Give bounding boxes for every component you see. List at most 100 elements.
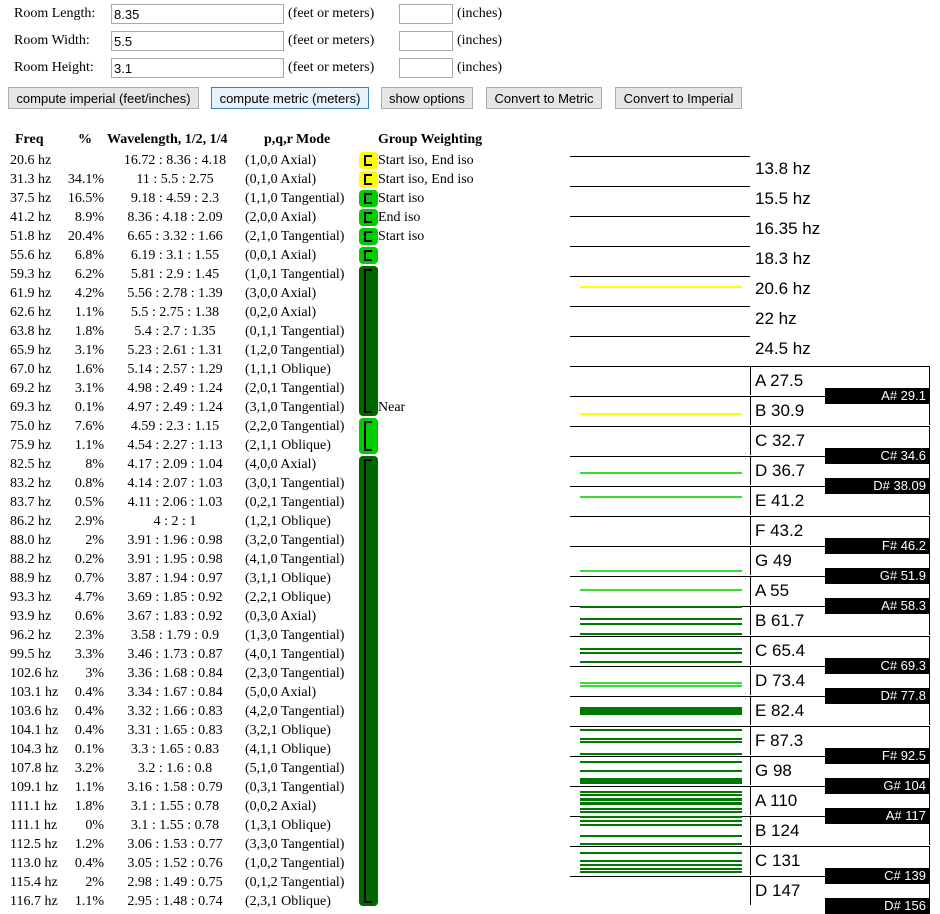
show-options-button[interactable]: show options: [381, 87, 473, 109]
mode-pqr: (4,2,0 Tangential): [245, 704, 345, 719]
mode-freq: 75.9 hz: [10, 438, 52, 453]
mode-freq: 69.3 hz: [10, 400, 52, 415]
frequency-label: 18.3 hz: [755, 249, 811, 268]
room-width-input[interactable]: [111, 31, 284, 51]
mode-line: [580, 633, 742, 635]
mode-percent: 8%: [85, 457, 104, 472]
frequency-divider: [570, 276, 750, 277]
mode-percent: 2%: [85, 875, 104, 890]
key-divider: [570, 786, 750, 787]
mode-freq: 96.2 hz: [10, 628, 52, 643]
mode-freq: 82.5 hz: [10, 457, 52, 472]
mode-pqr: (3,0,0 Axial): [245, 286, 317, 301]
convert-to-metric-button[interactable]: Convert to Metric: [486, 87, 602, 109]
mode-line: [580, 685, 742, 687]
mode-percent: 0.4%: [74, 704, 104, 719]
group-bar: [359, 209, 378, 226]
group-bracket: [364, 193, 372, 204]
key-divider: [570, 366, 750, 367]
mode-freq: 93.9 hz: [10, 609, 52, 624]
mode-percent: 8.9%: [74, 210, 104, 225]
mode-wavelength: 4.17 : 2.09 : 1.04: [127, 457, 223, 472]
room-length-input[interactable]: [111, 4, 284, 24]
mode-percent: [58, 151, 104, 170]
mode-freq: 65.9 hz: [10, 343, 52, 358]
key-divider: [570, 756, 750, 757]
mode-line: [580, 835, 742, 837]
mode-freq: 111.1 hz: [10, 799, 58, 814]
mode-percent: 4.2%: [74, 286, 104, 301]
black-key: D# 38.09: [825, 478, 930, 494]
group-bracket: [364, 231, 372, 242]
room-length-unit: (feet or meters): [288, 6, 375, 21]
mode-line: [580, 811, 742, 813]
mode-wavelength: 3.91 : 1.96 : 0.98: [127, 533, 223, 548]
mode-pqr: (0,1,0 Axial): [245, 172, 317, 187]
frequency-label: 20.6 hz: [755, 279, 811, 298]
mode-wavelength: 4.11 : 2.06 : 1.03: [127, 495, 223, 510]
mode-freq: 83.2 hz: [10, 476, 52, 491]
group-weighting-header: Group Weighting: [378, 132, 483, 147]
mode-percent: 1.8%: [74, 799, 104, 814]
room-length-inches-input[interactable]: [399, 4, 453, 24]
white-key-label: A 55: [755, 581, 790, 600]
mode-freq: 107.8 hz: [10, 761, 59, 776]
mode-freq: 62.6 hz: [10, 305, 52, 320]
mode-percent: 0.4%: [74, 723, 104, 738]
mode-wavelength: 3.3 : 1.65 : 0.83: [130, 742, 220, 757]
mode-freq: 63.8 hz: [10, 324, 52, 339]
mode-line: [580, 570, 742, 572]
mode-wavelength: 4.14 : 2.07 : 1.03: [127, 476, 223, 491]
key-divider: [570, 636, 750, 637]
mode-pqr: (2,0,0 Axial): [245, 210, 317, 225]
mode-header: p,q,r Mode: [264, 132, 331, 147]
mode-percent: 0.2%: [74, 552, 104, 567]
mode-pqr: (3,1,1 Oblique): [245, 571, 331, 586]
room-height-input[interactable]: [111, 58, 284, 78]
mode-wavelength: 5.4 : 2.7 : 1.35: [134, 324, 216, 339]
mode-wavelength: 3.1 : 1.55 : 0.78: [130, 818, 220, 833]
room-length-label: Room Length:: [14, 6, 96, 21]
frequency-label: 22 hz: [755, 309, 797, 328]
mode-pqr: (3,1,0 Tangential): [245, 400, 345, 415]
mode-pqr: (0,1,2 Tangential): [245, 875, 345, 890]
key-divider: [570, 486, 750, 487]
group-bracket: [364, 459, 372, 903]
room-width-inches-unit: (inches): [457, 33, 503, 48]
mode-wavelength: 4.97 : 2.49 : 1.24: [127, 400, 223, 415]
mode-line: [580, 791, 742, 793]
compute-imperial-button[interactable]: compute imperial (feet/inches): [8, 87, 199, 109]
mode-percent: 1.1%: [74, 438, 104, 453]
mode-freq: 88.0 hz: [10, 533, 52, 548]
black-key: G# 51.9: [825, 568, 930, 584]
room-width-inches-input[interactable]: [399, 31, 453, 51]
group-bar: [359, 228, 378, 245]
mode-freq: 59.3 hz: [10, 267, 52, 282]
mode-freq: 115.4 hz: [10, 875, 58, 890]
mode-percent: 2.9%: [74, 514, 104, 529]
mode-percent: 0.1%: [74, 742, 104, 757]
mode-freq: 111.1 hz: [10, 818, 58, 833]
white-key-label: D 73.4: [755, 671, 806, 690]
mode-pqr: (3,2,1 Oblique): [245, 723, 331, 738]
mode-note: Start iso: [378, 191, 425, 206]
mode-pqr: (0,0,2 Axial): [245, 799, 317, 814]
mode-percent: 0.7%: [74, 571, 104, 586]
mode-percent: 0.8%: [74, 476, 104, 491]
black-key: C# 139: [825, 868, 930, 884]
mode-line: [580, 794, 742, 796]
mode-line: [580, 711, 742, 715]
room-height-inches-input[interactable]: [399, 58, 453, 78]
key-divider: [570, 876, 750, 877]
convert-to-imperial-button[interactable]: Convert to Imperial: [615, 87, 742, 109]
mode-pqr: (4,0,1 Tangential): [245, 647, 345, 662]
mode-pqr: (0,2,1 Tangential): [245, 495, 345, 510]
mode-pqr: (3,2,0 Tangential): [245, 533, 345, 548]
mode-wavelength: 3.36 : 1.68 : 0.84: [127, 666, 223, 681]
group-bracket: [364, 212, 372, 223]
compute-metric-button[interactable]: compute metric (meters): [211, 87, 369, 109]
mode-line: [580, 852, 742, 854]
mode-wavelength: 3.67 : 1.83 : 0.92: [127, 609, 223, 624]
frequency-divider: [570, 156, 750, 157]
mode-pqr: (1,1,0 Tangential): [245, 191, 345, 206]
